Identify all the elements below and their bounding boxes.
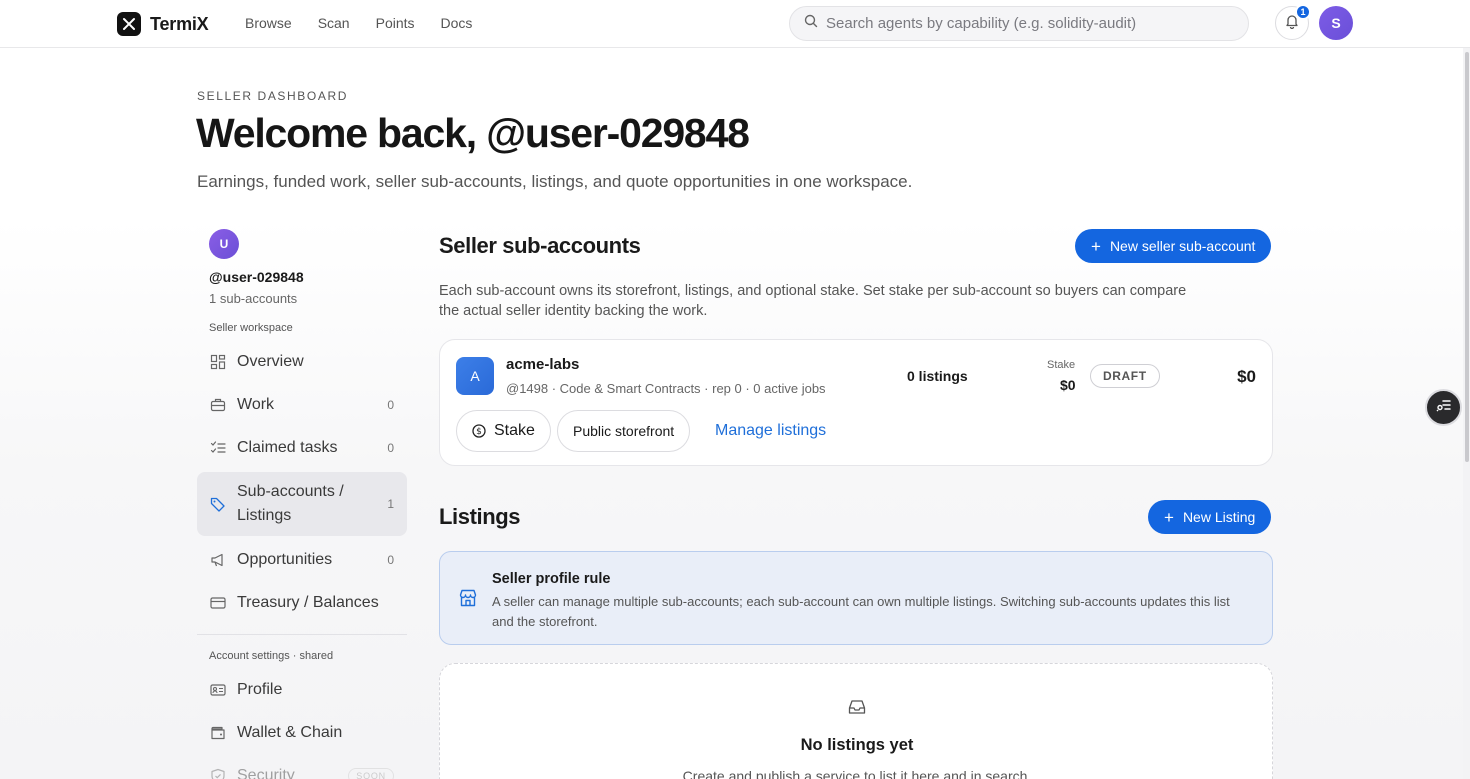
- public-storefront-label: Public storefront: [573, 423, 675, 439]
- sidebar-item-count: 0: [387, 553, 394, 567]
- soon-badge: SOON: [348, 768, 394, 779]
- sidebar-item-count: 0: [387, 398, 394, 412]
- plus-icon: +: [1164, 507, 1174, 527]
- brand[interactable]: TermiX: [117, 12, 209, 36]
- id-card-icon: [209, 682, 226, 699]
- sidebar-item-treasury[interactable]: Treasury / Balances: [197, 583, 407, 623]
- card-icon: [209, 595, 226, 612]
- subaccount-meta: @1498 · Code & Smart Contracts · rep 0 ·…: [506, 381, 826, 396]
- nav-links: Browse Scan Points Docs: [245, 15, 498, 31]
- search-icon: [804, 14, 818, 33]
- sidebar-item-label: Claimed tasks: [237, 439, 338, 456]
- subaccount-name[interactable]: acme-labs: [506, 356, 579, 373]
- sidebar-subaccount-count: 1 sub-accounts: [209, 291, 298, 306]
- listings-heading: Listings: [439, 504, 521, 529]
- inbox-icon: [847, 697, 867, 722]
- scrollbar-thumb[interactable]: [1465, 52, 1469, 462]
- sidebar-item-label: Wallet & Chain: [237, 724, 343, 741]
- subaccount-avatar: A: [456, 357, 494, 395]
- page-eyebrow: SELLER DASHBOARD: [197, 89, 348, 103]
- page-subtitle: Earnings, funded work, seller sub-accoun…: [197, 172, 913, 191]
- sidebar-item-security[interactable]: Security SOON: [197, 756, 407, 779]
- floating-menu-button[interactable]: [1425, 389, 1462, 426]
- brand-logo-icon: [117, 12, 141, 36]
- new-listing-label: New Listing: [1182, 509, 1256, 525]
- sidebar-item-overview[interactable]: Overview: [197, 342, 407, 382]
- sidebar-item-count: 0: [387, 441, 394, 455]
- user-avatar-button[interactable]: S: [1319, 6, 1353, 40]
- new-listing-button[interactable]: + New Listing: [1148, 500, 1272, 534]
- sidebar-section-account-settings: Account settings · shared: [209, 650, 334, 662]
- stake-button-label: Stake: [494, 422, 535, 439]
- empty-state-subtitle: Create and publish a service to list it …: [682, 768, 1032, 779]
- stake-button[interactable]: $ Stake: [456, 410, 551, 452]
- megaphone-icon: [209, 552, 226, 569]
- sidebar-item-label: Sub-accounts / Listings: [237, 483, 344, 524]
- dollar-circle-icon: $: [472, 424, 486, 438]
- listings-empty-state: No listings yet Create and publish a ser…: [439, 663, 1273, 779]
- sidebar-item-label: Work: [237, 396, 275, 413]
- shield-icon: [209, 768, 226, 779]
- nav-link-browse[interactable]: Browse: [245, 15, 292, 31]
- subaccount-balance: $0: [1237, 367, 1256, 386]
- wallet-icon: [209, 725, 226, 742]
- stake-value: $0: [1060, 377, 1076, 393]
- public-storefront-button[interactable]: Public storefront: [557, 410, 691, 452]
- search-bar: [789, 6, 1249, 41]
- sidebar-item-count: 1: [387, 497, 394, 511]
- plus-icon: +: [1091, 236, 1101, 256]
- page-title: Welcome back, @user-029848: [196, 110, 750, 156]
- rule-title: Seller profile rule: [492, 571, 611, 587]
- sidebar-item-label: Opportunities: [237, 551, 333, 568]
- top-nav: TermiX Browse Scan Points Docs: [0, 0, 1470, 48]
- sidebar-item-claimed-tasks[interactable]: Claimed tasks 0: [197, 428, 407, 468]
- sidebar-divider: [197, 634, 407, 635]
- sidebar-item-subaccounts-listings[interactable]: Sub-accounts / Listings 1: [197, 472, 407, 536]
- manage-listings-link[interactable]: Manage listings: [715, 422, 826, 440]
- sidebar-item-profile[interactable]: Profile: [197, 670, 407, 710]
- sidebar-username: @user-029848: [209, 269, 304, 285]
- sidebar-item-opportunities[interactable]: Opportunities 0: [197, 540, 407, 580]
- sidebar-item-label: Security: [237, 767, 295, 779]
- subaccount-listings-count: 0 listings: [907, 368, 968, 384]
- subaccounts-description: Each sub-account owns its storefront, li…: [439, 283, 1187, 319]
- sidebar-item-wallet-chain[interactable]: Wallet & Chain: [197, 713, 407, 753]
- new-seller-subaccount-label: New seller sub-account: [1109, 238, 1256, 254]
- search-input[interactable]: [826, 15, 1246, 32]
- sidebar-item-label: Profile: [237, 681, 283, 698]
- empty-state-title: No listings yet: [800, 736, 914, 754]
- subaccounts-heading: Seller sub-accounts: [439, 233, 641, 258]
- svg-text:$: $: [476, 427, 482, 437]
- notification-count-badge: 1: [1295, 4, 1311, 20]
- tag-icon: [209, 496, 226, 513]
- sidebar-section-workspace: Seller workspace: [209, 322, 293, 334]
- subaccount-card: A acme-labs @1498 · Code & Smart Contrac…: [439, 339, 1273, 466]
- grid-icon: [209, 354, 226, 371]
- sidebar-item-work[interactable]: Work 0: [197, 385, 407, 425]
- filter-list-icon: [1435, 396, 1453, 419]
- stake-label: Stake: [1047, 359, 1076, 371]
- brand-name: TermiX: [150, 13, 209, 34]
- briefcase-icon: [209, 397, 226, 414]
- sidebar-item-label: Overview: [237, 353, 304, 370]
- new-seller-subaccount-button[interactable]: + New seller sub-account: [1075, 229, 1272, 263]
- checklist-icon: [209, 440, 226, 457]
- nav-link-points[interactable]: Points: [376, 15, 415, 31]
- sidebar-item-label: Treasury / Balances: [237, 594, 379, 611]
- status-badge: DRAFT: [1090, 364, 1160, 388]
- nav-link-scan[interactable]: Scan: [318, 15, 350, 31]
- storefront-icon: [458, 588, 478, 613]
- nav-link-docs[interactable]: Docs: [441, 15, 473, 31]
- seller-profile-rule-notice: Seller profile rule A seller can manage …: [439, 551, 1273, 645]
- rule-text: A seller can manage multiple sub-account…: [492, 594, 1230, 629]
- sidebar-avatar: U: [209, 229, 239, 259]
